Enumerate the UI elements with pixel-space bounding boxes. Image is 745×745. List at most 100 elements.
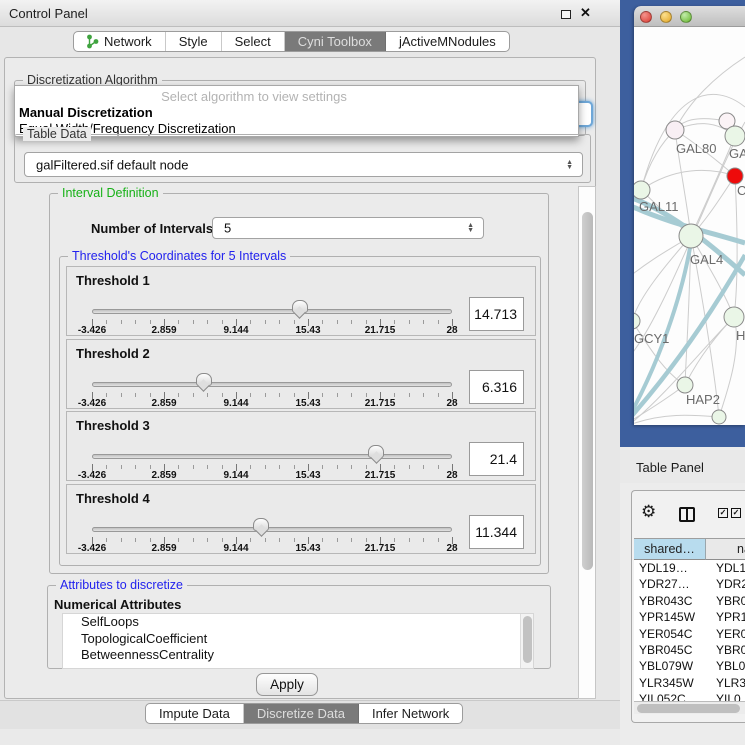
network-edge[interactable] bbox=[641, 170, 735, 190]
cell-name: YPR1 bbox=[716, 610, 745, 624]
tab-infer-network[interactable]: Infer Network bbox=[359, 704, 462, 723]
table-panel-titlebar[interactable]: Table Panel bbox=[620, 450, 745, 483]
threshold-block-4: Threshold 4-3.4262.8599.14415.4321.71528… bbox=[66, 484, 536, 554]
threshold-value-field[interactable]: 11.344 bbox=[469, 515, 524, 549]
threshold-value-field[interactable]: 21.4 bbox=[469, 442, 524, 476]
table-hscrollbar-thumb[interactable] bbox=[637, 704, 740, 713]
tick-minor bbox=[193, 538, 194, 542]
close-traffic-light-icon[interactable] bbox=[640, 11, 652, 23]
tick-minor bbox=[193, 320, 194, 324]
select-none-checkbox-icon[interactable]: ✓ bbox=[731, 508, 741, 518]
close-icon[interactable]: ✕ bbox=[580, 5, 591, 21]
control-panel-titlebar[interactable]: Control Panel ✕ bbox=[0, 0, 620, 27]
algorithm-option-manual-discretization[interactable]: Manual Discretization bbox=[15, 105, 578, 121]
tab-label: Impute Data bbox=[159, 706, 230, 721]
table-row[interactable]: YBR043CYBR0 bbox=[634, 593, 745, 609]
float-window-icon[interactable] bbox=[561, 10, 571, 19]
attributes-scrollbar[interactable] bbox=[520, 614, 533, 668]
node-label: GAL11 bbox=[639, 199, 679, 214]
network-edge[interactable] bbox=[634, 415, 719, 425]
threshold-slider-thumb[interactable] bbox=[292, 300, 308, 319]
tick-label: 28 bbox=[430, 398, 474, 409]
table-row[interactable]: YBL079WYBL0 bbox=[634, 658, 745, 674]
network-node[interactable] bbox=[712, 410, 726, 424]
tab-cyni-toolbox[interactable]: Cyni Toolbox bbox=[285, 32, 386, 51]
network-node-gcy1[interactable] bbox=[634, 313, 640, 329]
network-edge[interactable] bbox=[641, 130, 675, 190]
tick-label: 9.144 bbox=[214, 470, 258, 481]
network-node-h[interactable] bbox=[724, 307, 744, 327]
threshold-value-field[interactable]: 14.713 bbox=[469, 297, 524, 331]
cell-shared-name: YBL079W bbox=[639, 659, 693, 673]
table-row[interactable]: YBR045CYBR0 bbox=[634, 642, 745, 658]
threshold-slider-track[interactable] bbox=[92, 454, 452, 459]
tab-impute-data[interactable]: Impute Data bbox=[146, 704, 244, 723]
tab-network[interactable]: Network bbox=[74, 32, 166, 51]
threshold-slider-track[interactable] bbox=[92, 527, 452, 532]
threshold-slider-track[interactable] bbox=[92, 309, 452, 314]
gear-icon[interactable]: ⚙ bbox=[641, 502, 656, 522]
network-node-ga[interactable] bbox=[725, 126, 745, 146]
minimize-traffic-light-icon[interactable] bbox=[660, 11, 672, 23]
tab-jactivemnodules[interactable]: jActiveMNodules bbox=[386, 32, 509, 51]
table-row[interactable]: YDR27…YDR2 bbox=[634, 576, 745, 592]
tick-minor bbox=[337, 320, 338, 324]
numerical-attributes-list[interactable]: SelfLoopsTopologicalCoefficientBetweenne… bbox=[62, 613, 534, 669]
tick-minor bbox=[121, 465, 122, 469]
number-of-intervals-combobox[interactable]: 5 ▲▼ bbox=[212, 217, 484, 239]
threshold-slider-thumb[interactable] bbox=[196, 373, 212, 392]
column-header-name[interactable]: na bbox=[706, 539, 745, 560]
network-edge[interactable] bbox=[685, 317, 734, 385]
column-header-shared-name[interactable]: shared… bbox=[634, 539, 706, 560]
tick-minor bbox=[438, 320, 439, 324]
node-label: GAL80 bbox=[676, 141, 716, 156]
tick-minor bbox=[394, 320, 395, 324]
column-layout-icon[interactable] bbox=[679, 507, 695, 522]
network-node-gal4[interactable] bbox=[679, 224, 703, 248]
apply-button[interactable]: Apply bbox=[256, 673, 318, 696]
threshold-slider-thumb[interactable] bbox=[253, 518, 269, 537]
network-node-c[interactable] bbox=[727, 168, 743, 184]
tab-label: Discretize Data bbox=[257, 706, 345, 721]
algorithm-hint-item[interactable]: Select algorithm to view settings bbox=[15, 89, 578, 105]
attributes-scrollbar-thumb[interactable] bbox=[523, 616, 532, 663]
tick-minor bbox=[222, 538, 223, 542]
table-row[interactable]: YER054CYER0 bbox=[634, 626, 745, 642]
network-node-gal11[interactable] bbox=[634, 181, 650, 199]
tick-minor bbox=[409, 538, 410, 542]
threshold-value-field[interactable]: 6.316 bbox=[469, 370, 524, 404]
select-all-checkbox-icon[interactable]: ✓ bbox=[718, 508, 728, 518]
tab-label: Infer Network bbox=[372, 706, 449, 721]
attribute-item-topologicalcoefficient[interactable]: TopologicalCoefficient bbox=[63, 631, 533, 648]
tab-style[interactable]: Style bbox=[166, 32, 222, 51]
table-row[interactable]: YPR145W YPR1 bbox=[634, 609, 745, 625]
tick-minor bbox=[322, 393, 323, 397]
tab-discretize-data[interactable]: Discretize Data bbox=[244, 704, 359, 723]
table-row[interactable]: YIL052CYIL0 bbox=[634, 691, 745, 701]
tab-select[interactable]: Select bbox=[222, 32, 285, 51]
panel-scrollbar-thumb[interactable] bbox=[582, 212, 593, 570]
cell-shared-name: YPR145W bbox=[639, 610, 695, 624]
tick-minor bbox=[322, 538, 323, 542]
attribute-item-betweennesscentrality[interactable]: BetweennessCentrality bbox=[63, 647, 533, 664]
network-window-titlebar[interactable] bbox=[634, 6, 745, 27]
tick-minor bbox=[135, 538, 136, 542]
table-data-combobox[interactable]: galFiltered.sif default node ▲▼ bbox=[24, 152, 583, 177]
tick-minor bbox=[279, 393, 280, 397]
threshold-slider-thumb[interactable] bbox=[368, 445, 384, 464]
table-row[interactable]: YLR345WYLR3 bbox=[634, 675, 745, 691]
panel-scrollbar[interactable] bbox=[578, 186, 596, 699]
network-edge[interactable] bbox=[719, 317, 736, 417]
zoom-traffic-light-icon[interactable] bbox=[680, 11, 692, 23]
network-node-hap2[interactable] bbox=[677, 377, 693, 393]
node-table[interactable]: shared… na YDL19…YDL1YDR27…YDR2YBR043CYB… bbox=[634, 538, 745, 701]
network-canvas[interactable]: GAL80GACGAL11GAL4GCY1HHAP2 bbox=[634, 27, 745, 425]
network-node-gal80[interactable] bbox=[666, 121, 684, 139]
attribute-item-selfloops[interactable]: SelfLoops bbox=[63, 614, 533, 631]
table-row[interactable]: YDL19…YDL1 bbox=[634, 560, 745, 576]
tick-minor bbox=[279, 465, 280, 469]
threshold-slider-track[interactable] bbox=[92, 382, 452, 387]
table-hscrollbar[interactable] bbox=[634, 701, 745, 714]
numerical-attributes-label: Numerical Attributes bbox=[54, 597, 181, 612]
tick-label: 2.859 bbox=[142, 325, 186, 336]
